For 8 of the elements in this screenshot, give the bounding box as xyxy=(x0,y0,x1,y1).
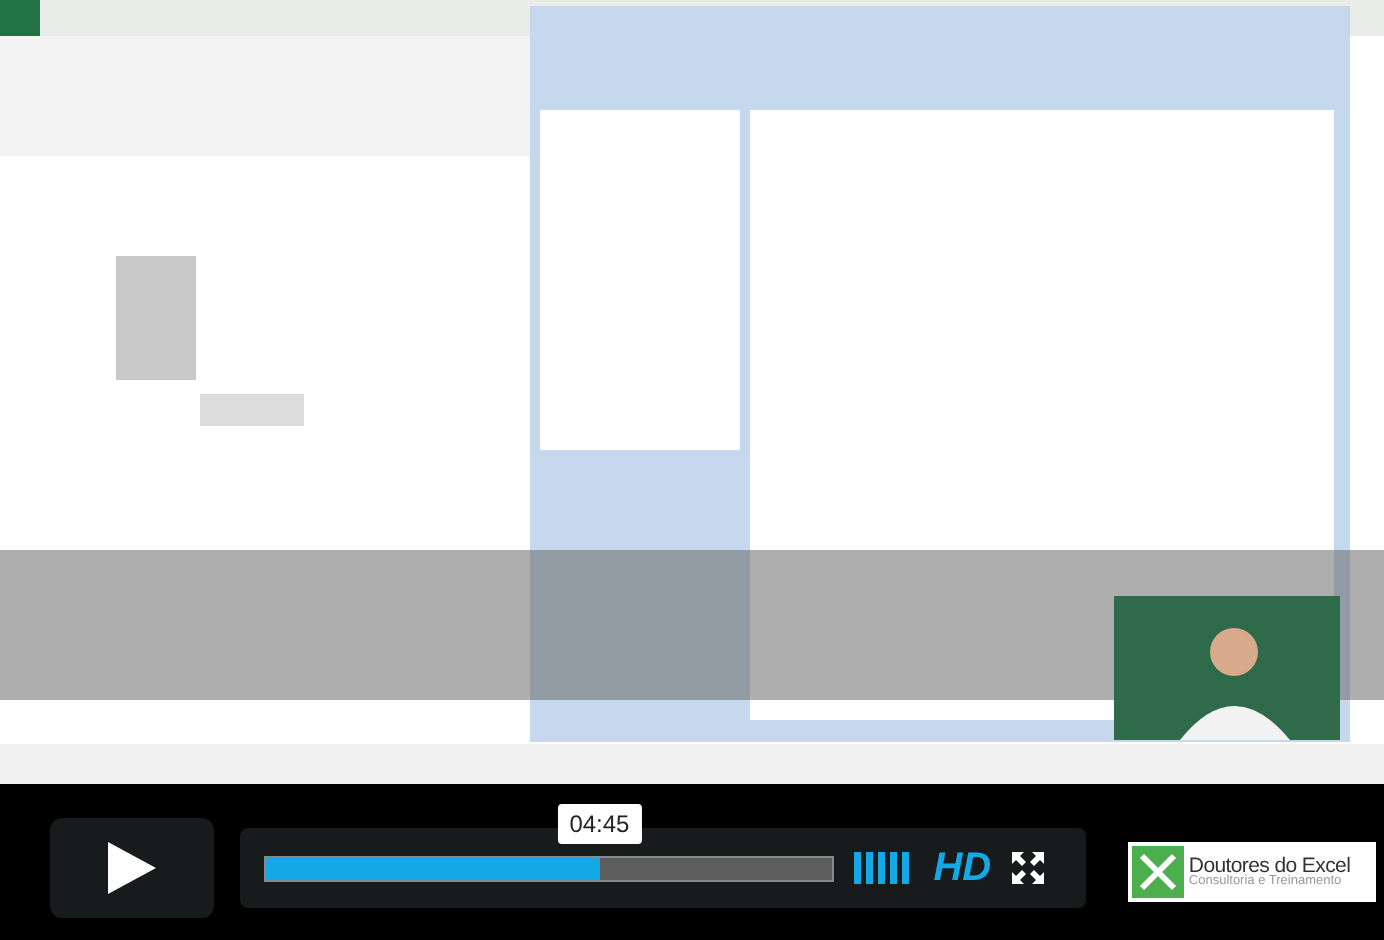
play-icon xyxy=(107,842,156,894)
logo-name: Doutores do Excel xyxy=(1188,855,1351,876)
play-button[interactable] xyxy=(50,818,214,918)
volume-icon[interactable] xyxy=(853,852,914,884)
x-logo-icon xyxy=(1132,846,1185,898)
fullscreen-icon[interactable] xyxy=(1011,852,1044,884)
time-tooltip: 04:45 xyxy=(557,803,642,843)
hd-button[interactable]: HD xyxy=(933,845,992,891)
